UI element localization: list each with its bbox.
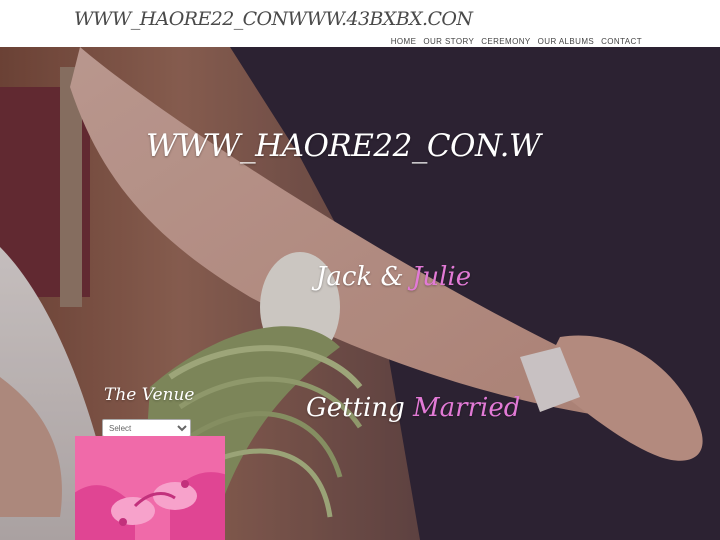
- venue-image: [75, 436, 225, 540]
- tagline: Getting Married: [306, 393, 520, 423]
- nav-our-story[interactable]: OUR STORY: [423, 37, 474, 46]
- nav-home[interactable]: HOME: [391, 37, 417, 46]
- hands-image: [75, 436, 225, 540]
- ampersand: &: [372, 262, 412, 292]
- tagline-getting: Getting: [306, 393, 405, 423]
- venue-title: The Venue: [104, 385, 195, 405]
- nav-contact[interactable]: CONTACT: [601, 37, 642, 46]
- couple-names: Jack & Julie: [316, 262, 471, 292]
- site-title[interactable]: WWW_HAORE22_CONWWW.43BXBX.CON: [74, 8, 473, 30]
- tagline-married: Married: [404, 393, 521, 423]
- nav-ceremony[interactable]: CEREMONY: [481, 37, 530, 46]
- site-header: WWW_HAORE22_CONWWW.43BXBX.CON HOME OUR S…: [0, 0, 720, 47]
- name-groom: Jack: [316, 262, 373, 292]
- nav-our-albums[interactable]: OUR ALBUMS: [538, 37, 594, 46]
- main-nav: HOME OUR STORY CEREMONY OUR ALBUMS CONTA…: [391, 37, 642, 46]
- hero-title: WWW_HAORE22_CON.W: [146, 128, 541, 164]
- venue-select[interactable]: Select: [102, 419, 191, 437]
- name-bride: Julie: [411, 262, 472, 292]
